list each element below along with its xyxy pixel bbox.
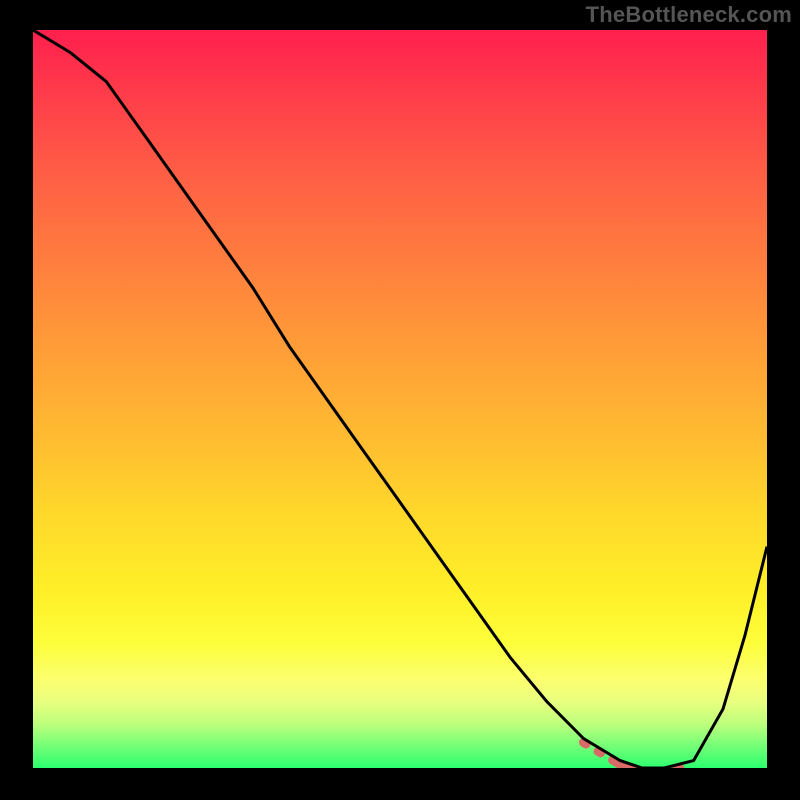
plot-area <box>33 30 767 768</box>
chart-frame: TheBottleneck.com <box>0 0 800 800</box>
watermark-text: TheBottleneck.com <box>586 2 792 28</box>
chart-svg <box>33 30 767 768</box>
bottleneck-curve <box>33 30 767 768</box>
